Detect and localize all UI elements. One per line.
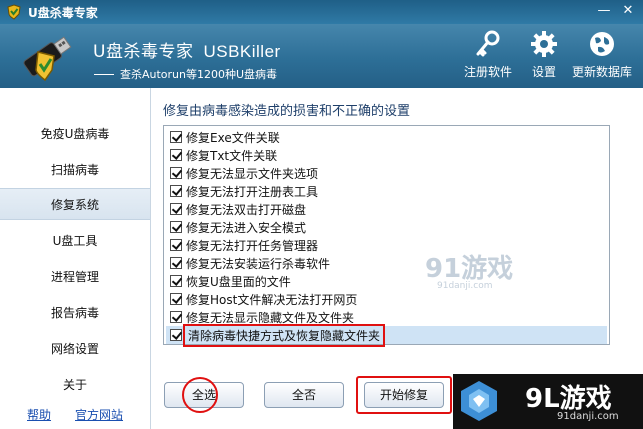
list-item-label: 修复无法双击打开磁盘 bbox=[186, 202, 307, 217]
checkbox[interactable] bbox=[170, 293, 182, 305]
list-item-label: 修复Host文件解决无法打开网页 bbox=[186, 292, 358, 307]
brand-name-en: USBKiller bbox=[203, 42, 281, 61]
list-item-label: 修复无法进入安全模式 bbox=[186, 220, 307, 235]
list-item[interactable]: 修复Txt文件关联 bbox=[166, 146, 607, 164]
title-bar: U盘杀毒专家 — ✕ bbox=[0, 0, 643, 24]
register-software-button[interactable]: 注册软件 bbox=[462, 28, 514, 80]
select-none-button[interactable]: 全否 bbox=[264, 382, 344, 408]
list-item[interactable]: 修复无法打开任务管理器 bbox=[166, 236, 607, 254]
select-all-button[interactable]: 全选 bbox=[164, 382, 244, 408]
sidebar-item-repair[interactable]: 修复系统 bbox=[0, 188, 150, 220]
checkbox[interactable] bbox=[170, 329, 182, 341]
checkbox[interactable] bbox=[170, 275, 182, 287]
list-item-label: 恢复U盘里面的文件 bbox=[186, 274, 291, 289]
app-header: U盘杀毒专家 USBKiller 查杀Autorun等1200种U盘病毒 注册软件 bbox=[0, 24, 643, 88]
usb-shield-logo-icon bbox=[14, 30, 78, 84]
list-item-label: 清除病毒快捷方式及恢复隐藏文件夹 bbox=[182, 323, 386, 347]
list-item-label: 修复无法打开任务管理器 bbox=[186, 238, 319, 253]
list-item-label: 修复无法打开注册表工具 bbox=[186, 184, 319, 199]
sidebar-item-report[interactable]: 报告病毒 bbox=[0, 297, 150, 329]
list-item[interactable]: 修复无法显示文件夹选项 bbox=[166, 164, 607, 182]
checkbox[interactable] bbox=[170, 239, 182, 251]
sidebar-item-about[interactable]: 关于 bbox=[0, 369, 150, 401]
subtitle-text: 查杀Autorun等1200种U盘病毒 bbox=[120, 68, 278, 81]
sidebar: 免疫U盘病毒 扫描病毒 修复系统 U盘工具 进程管理 报告病毒 网络设置 关于 … bbox=[0, 88, 151, 429]
list-item[interactable]: 修复Exe文件关联 bbox=[166, 128, 607, 146]
minimize-button[interactable]: — bbox=[595, 3, 613, 19]
checkbox[interactable] bbox=[170, 131, 182, 143]
update-database-label: 更新数据库 bbox=[571, 65, 632, 79]
website-link[interactable]: 官方网站 bbox=[75, 406, 123, 423]
list-item-selected[interactable]: 清除病毒快捷方式及恢复隐藏文件夹 bbox=[166, 323, 607, 347]
settings-label: 设置 bbox=[531, 65, 556, 79]
list-item-label: 修复无法显示文件夹选项 bbox=[186, 166, 319, 181]
register-software-label: 注册软件 bbox=[463, 65, 512, 79]
checkbox[interactable] bbox=[170, 185, 182, 197]
list-item[interactable]: 修复Host文件解决无法打开网页 bbox=[166, 290, 607, 308]
sidebar-item-immunize[interactable]: 免疫U盘病毒 bbox=[0, 118, 150, 150]
watermark-domain: 91danji.com bbox=[557, 411, 619, 422]
checkbox[interactable] bbox=[170, 311, 182, 323]
repair-options-list[interactable]: 修复Exe文件关联 修复Txt文件关联 修复无法显示文件夹选项 修复无法打开注册… bbox=[163, 125, 610, 347]
section-title: 修复由病毒感染造成的损害和不正确的设置 bbox=[163, 104, 411, 119]
list-item[interactable]: 修复无法进入安全模式 bbox=[166, 218, 607, 236]
brand-name: U盘杀毒专家 USBKiller bbox=[93, 37, 281, 62]
settings-button[interactable]: 设置 bbox=[524, 28, 564, 80]
list-item[interactable]: 修复无法显示隐藏文件及文件夹 bbox=[166, 308, 607, 326]
sidebar-item-process[interactable]: 进程管理 bbox=[0, 261, 150, 293]
watermark-corner: 9L游戏 91danji.com bbox=[453, 374, 643, 429]
watermark-mid-brand: 91游戏 bbox=[425, 254, 514, 284]
watermark-logo-icon bbox=[459, 379, 499, 423]
key-icon bbox=[472, 28, 504, 60]
help-link[interactable]: 帮助 bbox=[27, 406, 51, 423]
subtitle: 查杀Autorun等1200种U盘病毒 bbox=[94, 66, 277, 82]
window-title: U盘杀毒专家 bbox=[28, 5, 98, 20]
globe-update-icon bbox=[586, 28, 618, 60]
brand-name-cn: U盘杀毒专家 bbox=[93, 42, 194, 62]
list-item-label: 修复无法安装运行杀毒软件 bbox=[186, 256, 331, 271]
sidebar-item-scan[interactable]: 扫描病毒 bbox=[0, 154, 150, 186]
list-item[interactable]: 恢复U盘里面的文件 bbox=[166, 272, 607, 290]
checkbox[interactable] bbox=[170, 167, 182, 179]
checkbox[interactable] bbox=[170, 221, 182, 233]
close-button[interactable]: ✕ bbox=[619, 3, 637, 19]
sidebar-item-network[interactable]: 网络设置 bbox=[0, 333, 150, 365]
subtitle-dash bbox=[94, 73, 114, 75]
checkbox[interactable] bbox=[170, 203, 182, 215]
start-repair-button[interactable]: 开始修复 bbox=[364, 382, 444, 408]
shield-app-icon bbox=[6, 4, 22, 20]
list-item-label: 修复Exe文件关联 bbox=[186, 130, 280, 145]
update-database-button[interactable]: 更新数据库 bbox=[568, 28, 636, 80]
watermark-mid: 91游戏 91danji.com bbox=[425, 248, 513, 291]
list-item[interactable]: 修复无法安装运行杀毒软件 bbox=[166, 254, 607, 272]
list-item[interactable]: 修复无法双击打开磁盘 bbox=[166, 200, 607, 218]
list-item-label: 修复无法显示隐藏文件及文件夹 bbox=[186, 310, 355, 325]
watermark-brand: 9L游戏 bbox=[525, 384, 612, 414]
sidebar-item-usb-tools[interactable]: U盘工具 bbox=[0, 225, 150, 257]
gear-icon bbox=[528, 28, 560, 60]
checkbox[interactable] bbox=[170, 257, 182, 269]
checkbox[interactable] bbox=[170, 149, 182, 161]
list-item-label: 修复Txt文件关联 bbox=[186, 148, 278, 163]
list-item[interactable]: 修复无法打开注册表工具 bbox=[166, 182, 607, 200]
